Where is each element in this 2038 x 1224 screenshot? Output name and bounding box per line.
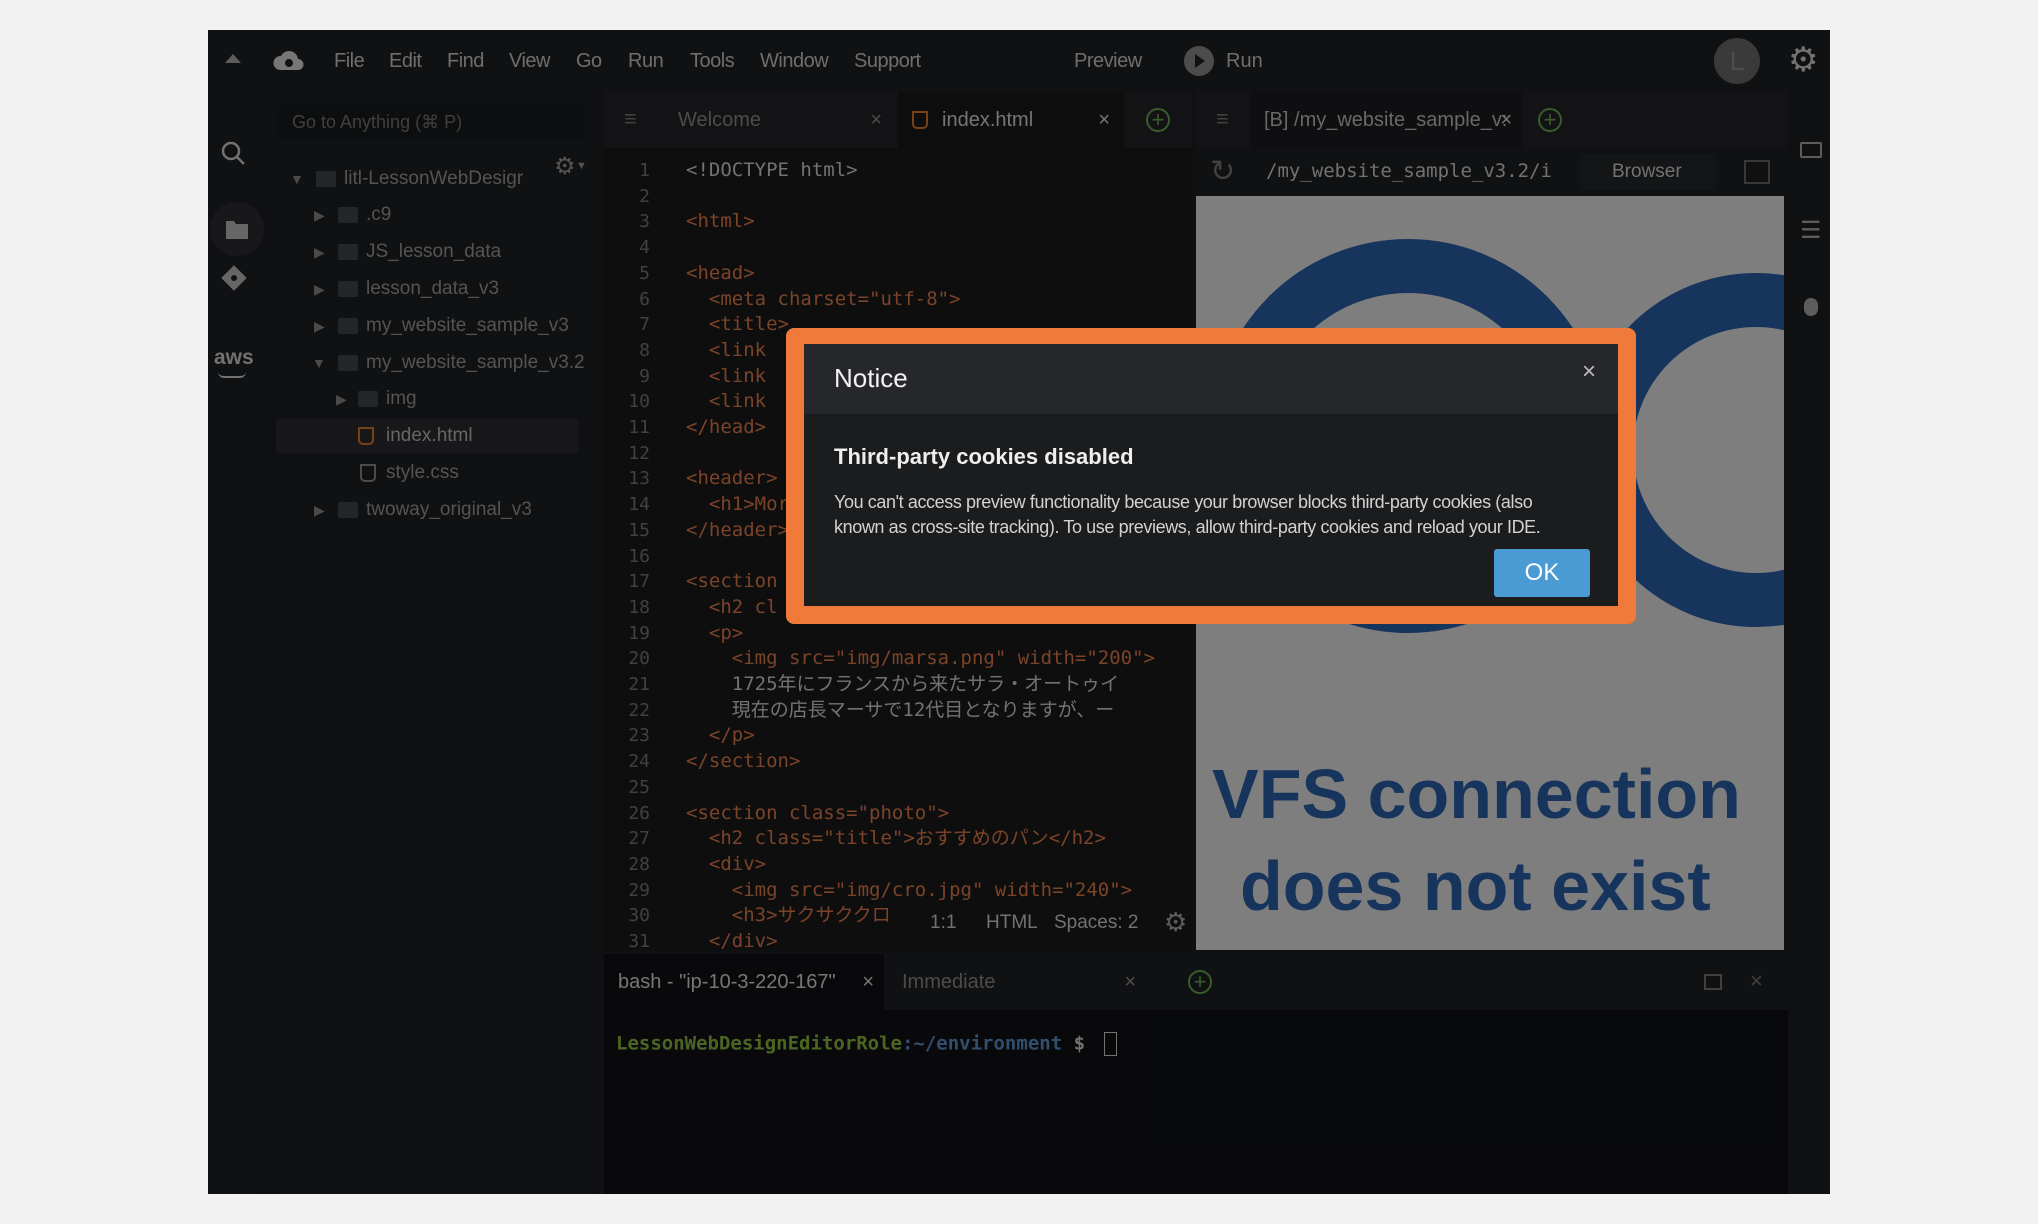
- dialog-close-icon[interactable]: ×: [1582, 358, 1596, 386]
- dialog-body-line-1: You can't access preview functionality b…: [834, 492, 1533, 512]
- dialog-body-line-2: known as cross-site tracking). To use pr…: [834, 517, 1541, 537]
- dialog-title: Notice: [834, 363, 908, 393]
- ok-button-label: OK: [1524, 559, 1560, 586]
- dialog-header: Notice ×: [804, 344, 1618, 414]
- dialog-highlight-frame: Notice × Third-party cookies disabled Yo…: [786, 328, 1636, 624]
- ok-button[interactable]: OK: [1494, 549, 1590, 597]
- dialog-heading: Third-party cookies disabled: [834, 444, 1134, 469]
- ide-window: File Edit Find View Go Run Tools Window …: [208, 30, 1830, 1194]
- notice-dialog: Notice × Third-party cookies disabled Yo…: [804, 344, 1618, 606]
